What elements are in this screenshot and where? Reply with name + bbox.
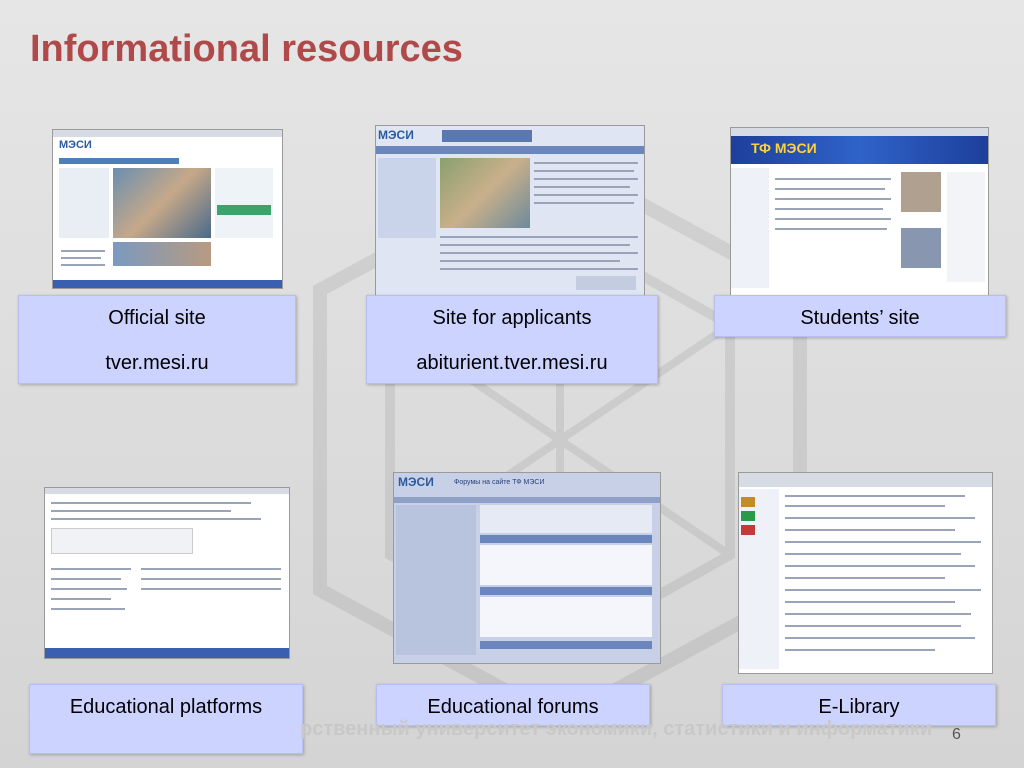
footer-university-text: рственный университет экономики, статист… (300, 718, 933, 740)
applicants-site-url[interactable]: abiturient.tver.mesi.ru (367, 352, 657, 375)
applicants-site-name: Site for applicants (432, 307, 592, 329)
e-library-screenshot (738, 472, 993, 674)
official-logo: МЭСИ (59, 139, 92, 151)
applicants-logo: МЭСИ (378, 128, 414, 142)
e-library-name: E-Library (818, 696, 900, 718)
educational-platforms-screenshot (44, 487, 290, 659)
official-site-name: Official site (108, 307, 206, 329)
students-site-label: Students’ site (714, 295, 1006, 337)
slide-title: Informational resources (30, 28, 463, 70)
students-banner: ТФ МЭСИ (751, 140, 817, 156)
applicants-site-screenshot: МЭСИ (375, 125, 645, 299)
official-site-label: Official site tver.mesi.ru (18, 295, 296, 384)
students-site-screenshot: ТФ МЭСИ (730, 127, 989, 296)
educational-forums-screenshot: МЭСИ Форумы на сайте ТФ МЭСИ (393, 472, 661, 664)
official-site-screenshot: МЭСИ (52, 129, 283, 289)
forums-header: Форумы на сайте ТФ МЭСИ (454, 479, 545, 486)
page-number: 6 (952, 726, 961, 743)
forums-logo: МЭСИ (398, 475, 434, 489)
educational-platforms-name: Educational platforms (69, 696, 263, 718)
official-site-url[interactable]: tver.mesi.ru (19, 352, 295, 375)
applicants-site-label: Site for applicants abiturient.tver.mesi… (366, 295, 658, 384)
educational-forums-name: Educational forums (427, 696, 599, 718)
educational-platforms-label: Educational platforms (29, 684, 303, 754)
students-site-name: Students’ site (800, 307, 920, 329)
